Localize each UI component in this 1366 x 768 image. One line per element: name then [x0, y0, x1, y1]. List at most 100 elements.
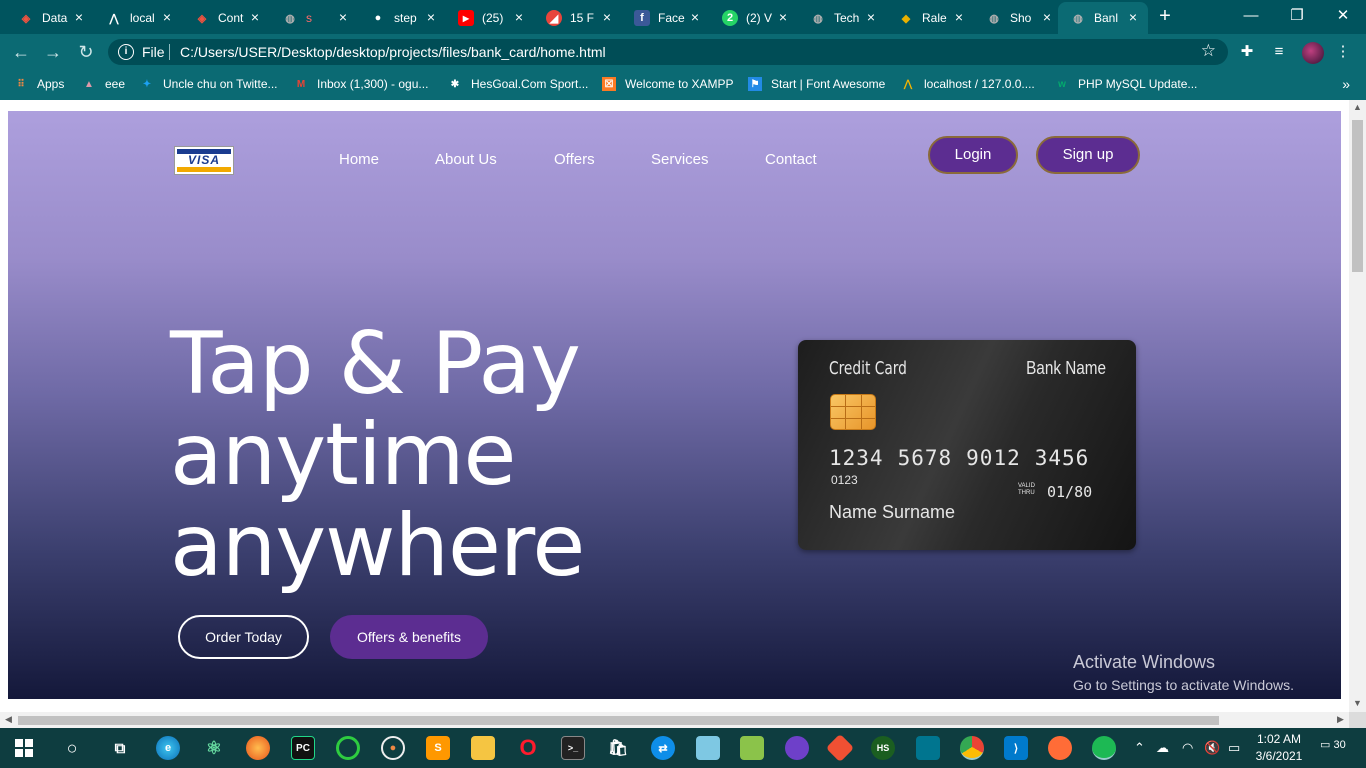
bookmark-apps[interactable]: ⠿ Apps [14, 77, 64, 91]
notepad-icon[interactable] [696, 736, 720, 760]
vertical-scrollbar[interactable]: ▲ ▼ [1349, 100, 1366, 712]
media-icon[interactable]: ● [381, 736, 405, 760]
vscode-icon[interactable]: ⟩ [1004, 736, 1028, 760]
mysql-workbench-icon[interactable] [916, 736, 940, 760]
close-window-button[interactable]: ✕ [1320, 0, 1366, 32]
bookmark-w3schools[interactable]: w PHP MySQL Update... [1055, 77, 1197, 91]
login-button[interactable]: Login [928, 136, 1018, 174]
atom-icon[interactable]: ⚛ [202, 736, 226, 760]
chrome-icon[interactable] [960, 736, 984, 760]
git-icon[interactable] [825, 733, 855, 763]
chevron-up-icon[interactable]: ⌃ [1134, 740, 1145, 756]
github-desktop-icon[interactable] [785, 736, 809, 760]
circle-app-icon[interactable] [336, 736, 360, 760]
scroll-right-icon[interactable]: ▶ [1337, 714, 1344, 725]
file-explorer-icon[interactable] [471, 736, 495, 760]
reload-button[interactable]: ↻ [75, 42, 97, 64]
chart-app-icon[interactable] [740, 736, 764, 760]
hs-icon[interactable]: HS [871, 736, 895, 760]
close-tab-icon[interactable]: × [512, 10, 526, 24]
tab-whatsapp[interactable]: 2 (2) V × [710, 2, 798, 34]
onedrive-icon[interactable]: ☁ [1156, 740, 1169, 756]
menu-icon[interactable]: ⋮ [1334, 43, 1352, 61]
close-tab-icon[interactable]: × [864, 10, 878, 24]
opera-icon[interactable]: O [516, 735, 540, 760]
signup-button[interactable]: Sign up [1036, 136, 1140, 174]
close-tab-icon[interactable]: × [952, 10, 966, 24]
tab-tech[interactable]: ◍ Tech × [798, 2, 886, 34]
close-tab-icon[interactable]: × [1126, 10, 1140, 24]
battery-icon[interactable]: ▭ [1228, 740, 1240, 756]
close-tab-icon[interactable]: × [72, 10, 86, 24]
scroll-thumb[interactable] [1352, 120, 1363, 272]
url-text[interactable]: C:/Users/USER/Desktop/desktop/projects/f… [180, 44, 606, 60]
store-icon[interactable]: 🛍 [606, 736, 630, 760]
tab-facebook[interactable]: f Face × [622, 2, 710, 34]
close-tab-icon[interactable]: × [248, 10, 262, 24]
terminal-icon[interactable]: >_ [561, 736, 585, 760]
tab-local[interactable]: ⋀ local × [94, 2, 182, 34]
close-tab-icon[interactable]: × [1040, 10, 1054, 24]
notification-center-icon[interactable]: ▭ 30 [1320, 738, 1348, 760]
nav-contact[interactable]: Contact [765, 151, 817, 168]
tab-cont[interactable]: ◈ Cont × [182, 2, 270, 34]
horizontal-scrollbar[interactable]: ◀ ▶ [0, 712, 1349, 728]
task-view-icon[interactable]: ⧉ [108, 736, 132, 760]
tab-15f[interactable]: ◢ 15 F × [534, 2, 622, 34]
scroll-down-icon[interactable]: ▼ [1353, 698, 1362, 708]
close-tab-icon[interactable]: × [600, 10, 614, 24]
offers-benefits-button[interactable]: Offers & benefits [330, 615, 488, 659]
spotify-icon[interactable] [1092, 736, 1116, 760]
extensions-icon[interactable]: ✚ [1238, 43, 1256, 61]
sublime-icon[interactable]: S [426, 736, 450, 760]
system-clock[interactable]: 1:02 AM 3/6/2021 [1252, 731, 1306, 765]
bookmark-eee[interactable]: ▲ eee [82, 77, 125, 91]
close-tab-icon[interactable]: × [424, 10, 438, 24]
order-today-button[interactable]: Order Today [178, 615, 309, 659]
nav-offers[interactable]: Offers [554, 151, 595, 168]
bookmark-twitter[interactable]: ✦ Uncle chu on Twitte... [140, 77, 278, 91]
bookmark-hesgoal[interactable]: ✱ HesGoal.Com Sport... [448, 77, 589, 91]
address-bar[interactable]: i File C:/Users/USER/Desktop/desktop/pro… [108, 39, 1228, 65]
close-tab-icon[interactable]: × [688, 10, 702, 24]
close-tab-icon[interactable]: × [776, 10, 790, 24]
back-button[interactable]: ← [10, 42, 32, 64]
new-tab-button[interactable]: + [1155, 6, 1175, 26]
bookmark-localhost[interactable]: ⋀ localhost / 127.0.0.... [901, 77, 1035, 91]
tab-step[interactable]: ● step × [358, 2, 446, 34]
scroll-up-icon[interactable]: ▲ [1353, 102, 1362, 112]
windows-start-icon[interactable] [12, 736, 36, 760]
tab-data[interactable]: ◈ Data × [6, 2, 94, 34]
scroll-left-icon[interactable]: ◀ [5, 714, 12, 725]
close-tab-icon[interactable]: × [336, 10, 350, 24]
bookmark-star-icon[interactable]: ☆ [1201, 41, 1216, 61]
nav-about-us[interactable]: About Us [435, 151, 497, 168]
tab-bank-active[interactable]: ◍ Banl × [1058, 2, 1148, 34]
minimize-button[interactable]: — [1228, 0, 1274, 32]
tab-shop[interactable]: ◍ Sho × [974, 2, 1062, 34]
bookmark-fontawesome[interactable]: ⚑ Start | Font Awesome [748, 77, 885, 91]
volume-muted-icon[interactable]: 🔇 [1204, 740, 1220, 756]
scroll-thumb[interactable] [18, 716, 1219, 725]
media-control-icon[interactable]: ≡ [1270, 43, 1288, 61]
visa-logo[interactable]: VISA [174, 146, 234, 175]
forward-button[interactable]: → [42, 42, 64, 64]
teamviewer-icon[interactable]: ⇄ [651, 736, 675, 760]
nav-home[interactable]: Home [339, 151, 379, 168]
edge-icon[interactable]: e [156, 736, 180, 760]
postman-icon[interactable] [1048, 736, 1072, 760]
bookmark-gmail[interactable]: M Inbox (1,300) - ogu... [294, 77, 429, 91]
pycharm-icon[interactable]: PC [291, 736, 315, 760]
tab-rale[interactable]: ◆ Rale × [886, 2, 974, 34]
cortana-icon[interactable]: ○ [60, 736, 84, 760]
tab-s[interactable]: ◍ s × [270, 2, 358, 34]
close-tab-icon[interactable]: × [160, 10, 174, 24]
more-bookmarks-button[interactable]: » [1342, 76, 1350, 92]
info-icon[interactable]: i [118, 44, 134, 60]
tab-youtube[interactable]: ▶ (25) × [446, 2, 534, 34]
avatar[interactable] [1302, 42, 1324, 64]
firefox-icon[interactable] [246, 736, 270, 760]
wifi-icon[interactable]: ◠ [1182, 740, 1193, 756]
nav-services[interactable]: Services [651, 151, 709, 168]
bookmark-xampp[interactable]: ☒ Welcome to XAMPP [602, 77, 733, 91]
